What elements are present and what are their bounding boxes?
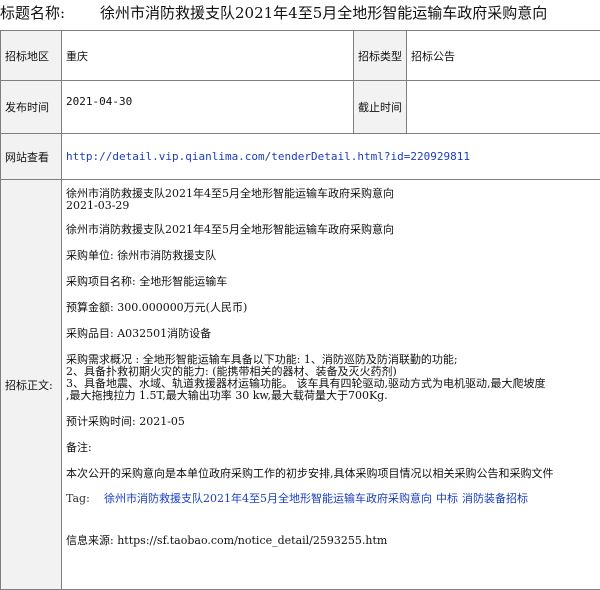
region-value: 重庆 <box>62 31 354 81</box>
type-value: 招标公告 <box>407 31 600 81</box>
body-budget: 预算金额: 300.000000万元(人民币) <box>66 302 600 314</box>
title-row: 标题名称:徐州市消防救援支队2021年4至5月全地形智能运输车政府采购意向 <box>0 0 600 30</box>
body-unit: 采购单位: 徐州市消防救援支队 <box>66 250 600 262</box>
body-heading-2: 徐州市消防救援支队2021年4至5月全地形智能运输车政府采购意向 <box>66 224 600 236</box>
body-date: 2021-03-29 <box>66 200 600 212</box>
page-title: 徐州市消防救援支队2021年4至5月全地形智能运输车政府采购意向 <box>100 0 547 26</box>
deadline-value <box>407 81 600 134</box>
body-item: 采购品目: A032501消防设备 <box>66 328 600 340</box>
row-web: 网站查看 http://detail.vip.qianlima.com/tend… <box>1 134 600 180</box>
row-region: 招标地区 重庆 招标类型 招标公告 <box>1 31 600 81</box>
row-body: 招标正文: 徐州市消防救援支队2021年4至5月全地形智能运输车政府采购意向 2… <box>1 180 600 590</box>
type-label: 招标类型 <box>354 31 407 81</box>
body-source: 信息来源: https://sf.taobao.com/notice_detai… <box>66 535 600 547</box>
info-table: 招标地区 重庆 招标类型 招标公告 发布时间 2021-04-30 截止时间 网… <box>0 30 600 590</box>
web-link[interactable]: http://detail.vip.qianlima.com/tenderDet… <box>66 150 470 163</box>
body-remark-label: 备注: <box>66 442 600 454</box>
body-needs-4: ,最大拖拽拉力 1.5T,最大输出功率 30 kw,最大载荷量大于700Kg. <box>66 390 600 402</box>
deadline-label: 截止时间 <box>354 81 407 134</box>
row-dates: 发布时间 2021-04-30 截止时间 <box>1 81 600 134</box>
title-label: 标题名称: <box>0 0 100 26</box>
tag-link-1[interactable]: 徐州市消防救援支队2021年4至5月全地形智能运输车政府采购意向 <box>104 492 432 505</box>
body-label: 招标正文: <box>1 180 62 590</box>
tag-link-2[interactable]: 中标 <box>436 492 458 505</box>
tag-row: Tag:徐州市消防救援支队2021年4至5月全地形智能运输车政府采购意向中标消防… <box>66 493 600 505</box>
tag-link-3[interactable]: 消防装备招标 <box>462 492 528 505</box>
body-time: 预计采购时间: 2021-05 <box>66 416 600 428</box>
body-heading: 徐州市消防救援支队2021年4至5月全地形智能运输车政府采购意向 <box>66 188 600 200</box>
publish-value: 2021-04-30 <box>62 81 354 134</box>
web-label: 网站查看 <box>1 134 62 180</box>
body-content: 徐州市消防救援支队2021年4至5月全地形智能运输车政府采购意向 2021-03… <box>62 180 600 590</box>
region-label: 招标地区 <box>1 31 62 81</box>
tag-label: Tag: <box>66 493 104 505</box>
body-project: 采购项目名称: 全地形智能运输车 <box>66 276 600 288</box>
web-link-cell: http://detail.vip.qianlima.com/tenderDet… <box>62 134 600 180</box>
body-remark: 本次公开的采购意向是本单位政府采购工作的初步安排,具体采购项目情况以相关采购公告… <box>66 468 600 480</box>
publish-label: 发布时间 <box>1 81 62 134</box>
